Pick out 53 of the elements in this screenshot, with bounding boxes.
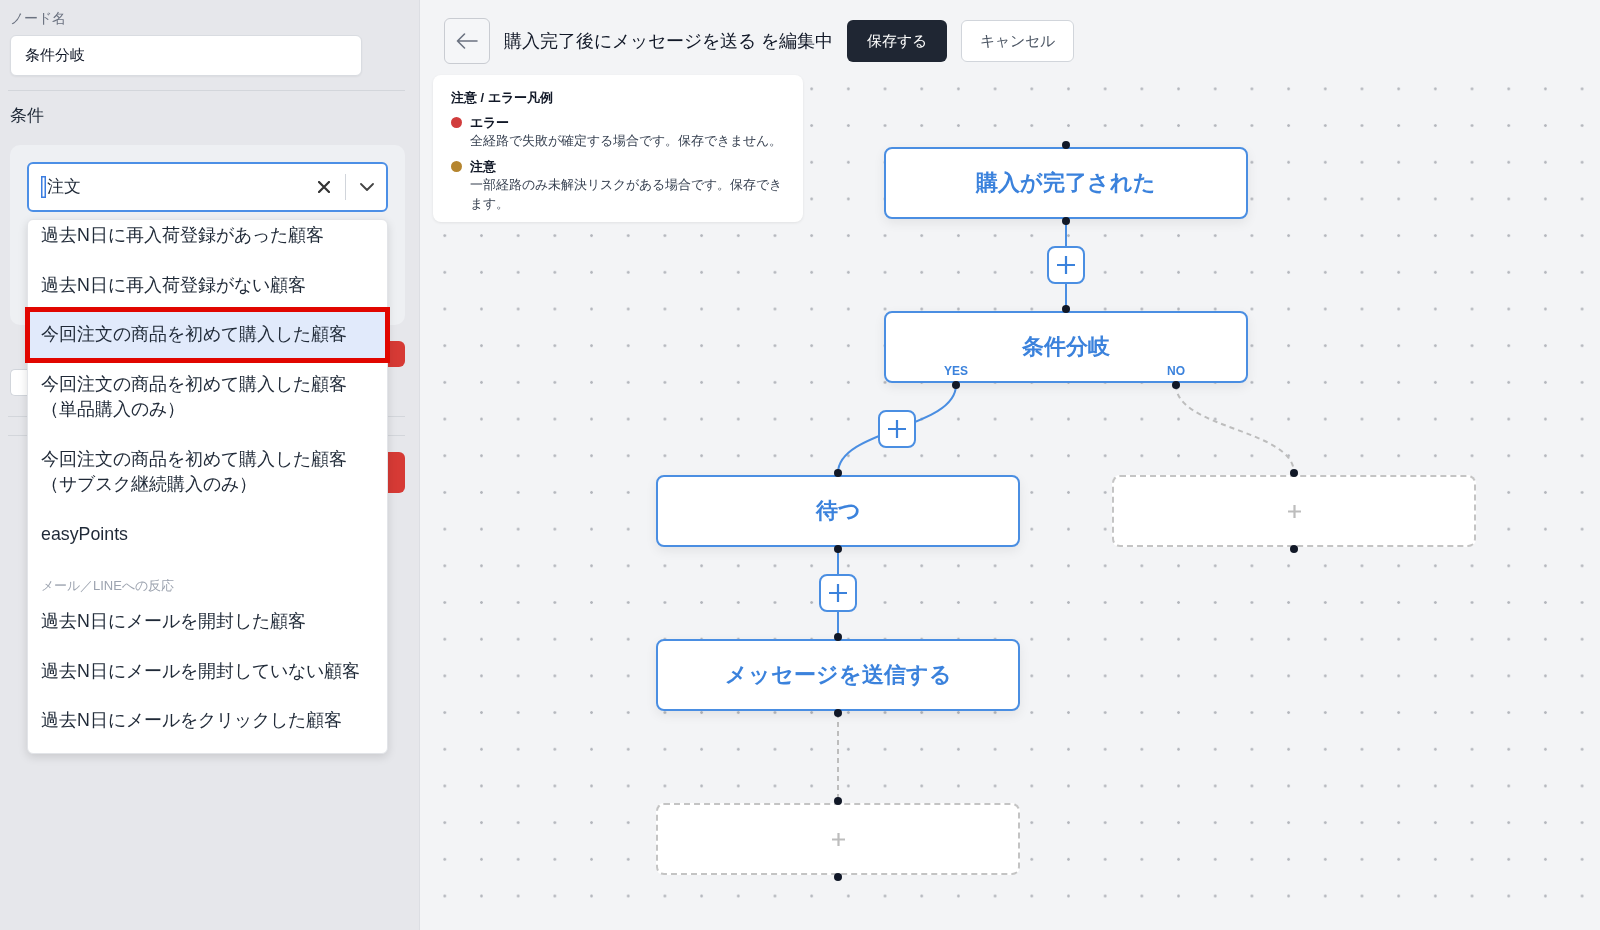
dropdown-option[interactable]: 過去N日にメールを開封した顧客 [28,597,387,647]
legend-description: 全経路で失敗が確定する場合です。保存できません。 [470,132,783,150]
text-cursor-icon [41,176,46,198]
step-node[interactable]: 購入が完了された [884,147,1248,219]
dropdown-option[interactable]: 過去N日に再入荷登録があった顧客 [28,220,387,261]
branch-label: NO [1167,364,1185,378]
dropdown-option[interactable]: 過去N日にメールを開封していない顧客 [28,646,387,696]
handle-dot-icon[interactable] [1062,217,1070,225]
step-node[interactable]: 待つ [656,475,1020,547]
add-step-button[interactable] [1047,246,1085,284]
dropdown-option[interactable]: 今回注文の商品を初めて購入した顧客（サブスク継続購入のみ） [28,434,387,510]
plus-icon [829,584,847,602]
chevron-down-icon[interactable] [360,183,374,191]
clear-icon[interactable] [318,181,330,193]
back-button[interactable] [444,18,490,64]
handle-dot-icon[interactable] [834,545,842,553]
plus-icon [888,420,906,438]
cancel-button[interactable]: キャンセル [961,20,1074,62]
handle-dot-icon[interactable] [1062,141,1070,149]
node-name-field[interactable]: 条件分岐 [10,35,362,76]
legend-title: 注意 / エラー凡例 [451,89,553,106]
handle-dot-icon[interactable] [1172,381,1180,389]
option-group-heading: メール／LINEへの反応 [41,577,174,595]
handle-dot-icon[interactable] [834,709,842,717]
legend-label: エラー [470,114,509,131]
dropdown-option[interactable]: easyPoints [28,509,387,559]
section-title: 条件 [10,105,44,127]
dropdown-option[interactable]: 今回注文の商品を初めて購入した顧客 [28,310,387,360]
handle-dot-icon[interactable] [952,381,960,389]
editor-title: 購入完了後にメッセージを送る を編集中 [504,30,833,53]
handle-dot-icon[interactable] [1062,305,1070,313]
dropdown-option[interactable]: 過去N日にメールをクリックした顧客 [28,696,387,746]
dropdown-option[interactable]: 今回注文の商品を初めて購入した顧客（単品購入のみ） [28,359,387,435]
add-step-button[interactable] [878,410,916,448]
handle-dot-icon[interactable] [834,873,842,881]
step-node[interactable]: メッセージを送信する [656,639,1020,711]
condition-select-field[interactable]: 注文 [27,162,388,212]
dropdown-option[interactable]: 過去N日に再入荷登録がない顧客 [28,260,387,310]
handle-dot-icon[interactable] [1290,469,1298,477]
branch-label: YES [944,364,968,378]
add-step-button[interactable] [819,574,857,612]
back-arrow-icon [456,33,478,49]
legend-label: 注意 [470,158,496,175]
plus-icon [1057,256,1075,274]
save-button[interactable]: 保存する [847,20,947,62]
field-label: ノード名 [10,9,66,27]
plus-icon [831,832,845,846]
plus-icon [1287,504,1301,518]
handle-dot-icon[interactable] [834,797,842,805]
handle-dot-icon[interactable] [834,633,842,641]
handle-dot-icon[interactable] [834,469,842,477]
handle-dot-icon[interactable] [1290,545,1298,553]
legend-description: 一部経路のみ未解決リスクがある場合です。保存できます。 [470,176,783,213]
